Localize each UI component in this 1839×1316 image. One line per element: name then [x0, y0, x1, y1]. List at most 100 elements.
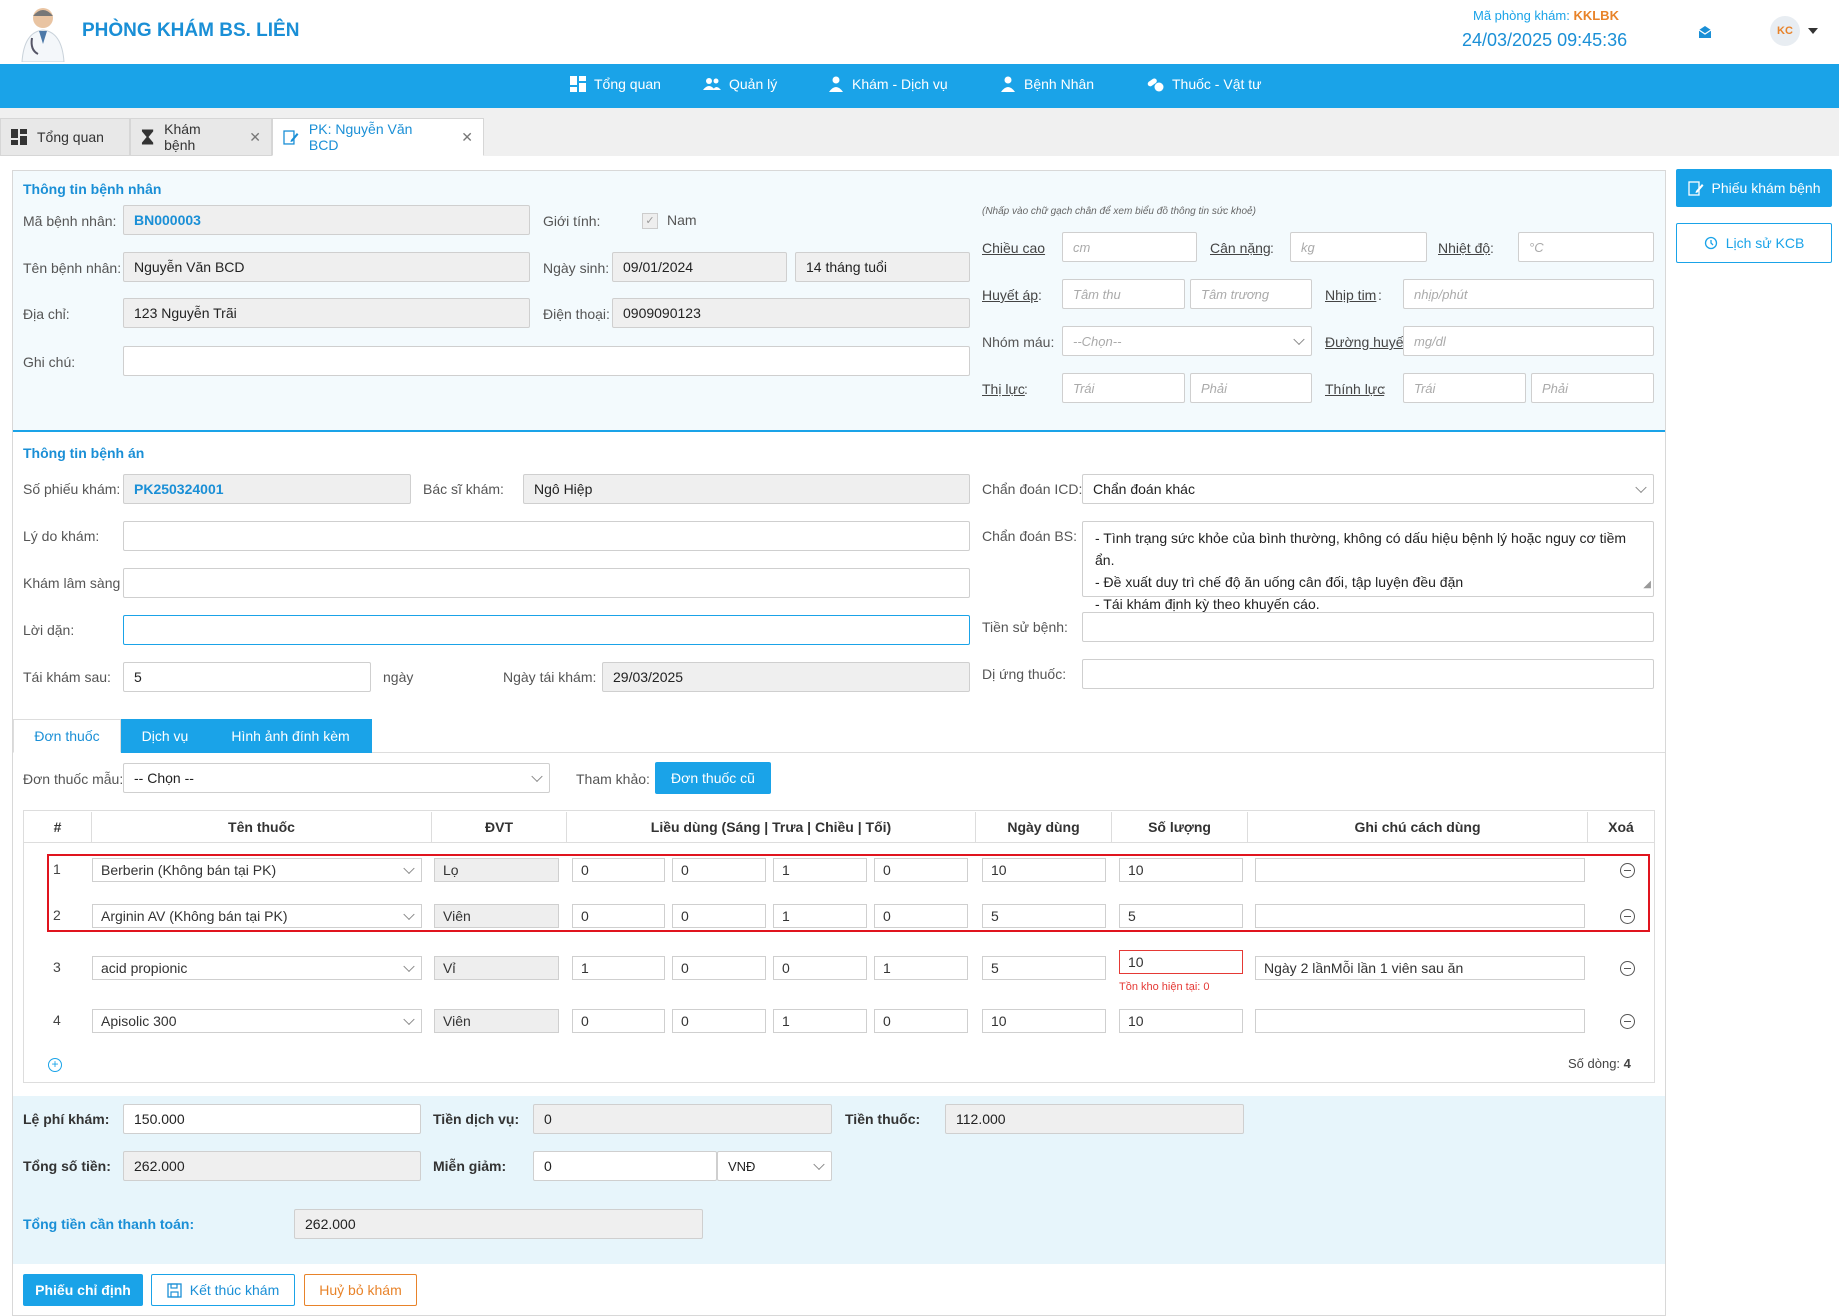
row-count-label: Số dòng: — [1568, 1056, 1621, 1071]
row-number: 4 — [53, 1012, 61, 1028]
col-quantity: Số lượng — [1112, 812, 1248, 842]
phone-field: 0909090123 — [612, 298, 970, 328]
days-input[interactable]: 5 — [982, 956, 1106, 980]
vitals-hint: (Nhấp vào chữ gạch chân để xem biểu đồ t… — [982, 206, 1256, 217]
vision-left-input[interactable]: Trái — [1062, 373, 1185, 403]
add-row-icon[interactable]: + — [48, 1058, 62, 1072]
history-label: Tiền sử bệnh: — [982, 619, 1068, 635]
gender-checkbox[interactable]: ✓ — [642, 213, 658, 229]
glucose-label[interactable]: Đường huyết — [1325, 334, 1407, 350]
user-menu-caret-icon[interactable] — [1808, 28, 1818, 34]
old-prescription-button[interactable]: Đơn thuốc cũ — [655, 762, 771, 794]
blood-type-select[interactable]: --Chọn-- — [1062, 326, 1312, 356]
tab-overview[interactable]: Tổng quan — [0, 118, 130, 156]
remove-row-icon[interactable] — [1620, 961, 1635, 976]
temperature-label[interactable]: Nhiệt độ — [1438, 240, 1490, 256]
pills-icon — [1147, 78, 1164, 92]
dose-noon[interactable]: 0 — [672, 1009, 766, 1033]
users-icon — [703, 78, 721, 90]
temperature-input[interactable]: °C — [1518, 232, 1654, 262]
nav-exam-service[interactable]: Khám - Dịch vụ — [828, 76, 948, 92]
remove-row-icon[interactable] — [1620, 1014, 1635, 1029]
chevron-down-icon — [1293, 333, 1305, 346]
nav-patients-label: Bệnh Nhân — [1024, 76, 1095, 92]
dose-evening[interactable]: 1 — [874, 956, 968, 980]
fee-label: Lệ phí khám: — [23, 1111, 110, 1127]
tab-patient-exam[interactable]: PK: Nguyễn Văn BCD ✕ — [272, 118, 484, 156]
colon: : — [1040, 240, 1044, 256]
notification-icon[interactable] — [1697, 24, 1713, 43]
revisit-input[interactable]: 5 — [123, 662, 371, 692]
app-header: PHÒNG KHÁM BS. LIÊN Mã phòng khám: KKLBK… — [0, 0, 1839, 64]
bp-diastolic-input[interactable]: Tâm trương — [1190, 279, 1312, 309]
heart-rate-label[interactable]: Nhịp tim — [1325, 287, 1376, 303]
usage-note-input[interactable] — [1255, 1009, 1585, 1033]
fee-input[interactable]: 150.000 — [123, 1104, 421, 1134]
history-input[interactable] — [1082, 612, 1654, 642]
dose-evening[interactable]: 0 — [874, 1009, 968, 1033]
days-input[interactable]: 10 — [982, 1009, 1106, 1033]
reason-input[interactable] — [123, 521, 970, 551]
row-number: 3 — [53, 959, 61, 975]
nav-medicine[interactable]: Thuốc - Vật tư — [1146, 76, 1262, 92]
glucose-input[interactable]: mg/dl — [1403, 326, 1654, 356]
tab-services[interactable]: Dịch vụ — [121, 719, 209, 753]
exam-form-button[interactable]: Phiếu khám bệnh — [1676, 169, 1832, 207]
close-icon[interactable]: ✕ — [249, 129, 261, 146]
height-input[interactable]: cm — [1062, 232, 1197, 262]
tab-prescription[interactable]: Đơn thuốc — [13, 719, 121, 753]
nav-manage[interactable]: Quản lý — [703, 76, 777, 92]
allergy-input[interactable] — [1082, 659, 1654, 689]
chevron-down-icon — [531, 770, 543, 783]
user-avatar[interactable]: KC — [1770, 16, 1800, 46]
vision-right-input[interactable]: Phải — [1190, 373, 1312, 403]
col-drug-name: Tên thuốc — [92, 812, 432, 842]
service-fee-field: 0 — [533, 1104, 832, 1134]
tab-attachments[interactable]: Hình ảnh đính kèm — [209, 719, 372, 753]
height-label[interactable]: Chiều cao — [982, 240, 1045, 256]
hearing-left-input[interactable]: Trái — [1403, 373, 1526, 403]
nav-patients[interactable]: Bệnh Nhân — [1000, 76, 1094, 92]
vision-label[interactable]: Thị lực — [982, 381, 1025, 397]
nav-overview[interactable]: Tổng quan — [570, 76, 661, 92]
discount-input[interactable]: 0 — [533, 1151, 717, 1181]
blood-pressure-label[interactable]: Huyết áp — [982, 287, 1038, 303]
resize-handle-icon[interactable]: ◢ — [1643, 574, 1651, 596]
template-select[interactable]: -- Chọn -- — [123, 763, 550, 793]
col-unit: ĐVT — [432, 812, 567, 842]
finish-exam-button[interactable]: Kết thúc khám — [151, 1274, 295, 1306]
close-icon[interactable]: ✕ — [461, 129, 473, 146]
cancel-exam-button[interactable]: Huỷ bỏ khám — [304, 1274, 417, 1306]
usage-note-input[interactable]: Ngày 2 lầnMỗi lần 1 viên sau ăn — [1255, 956, 1585, 980]
advice-input[interactable] — [123, 615, 970, 645]
quantity-input[interactable]: 10 — [1119, 1009, 1243, 1033]
dose-afternoon[interactable]: 0 — [773, 956, 867, 980]
heart-rate-input[interactable]: nhịp/phút — [1403, 279, 1654, 309]
advice-label: Lời dặn: — [23, 622, 75, 638]
note-input[interactable] — [123, 346, 970, 376]
hearing-right-input[interactable]: Phải — [1531, 373, 1654, 403]
template-value: -- Chọn -- — [134, 770, 194, 786]
hearing-label[interactable]: Thính lực — [1325, 381, 1384, 397]
weight-label[interactable]: Cân nặng — [1210, 240, 1271, 256]
bp-systolic-input[interactable]: Tâm thu — [1062, 279, 1185, 309]
order-button[interactable]: Phiếu chỉ định — [23, 1274, 143, 1306]
weight-input[interactable]: kg — [1290, 232, 1427, 262]
clinical-input[interactable] — [123, 568, 970, 598]
colon: : — [1270, 240, 1274, 256]
history-button[interactable]: Lịch sử KCB — [1676, 223, 1832, 263]
drug-select[interactable]: acid propionic — [92, 956, 422, 980]
dose-morning[interactable]: 0 — [572, 1009, 665, 1033]
diagnosis-textarea[interactable]: - Tình trạng sức khỏe của bình thường, k… — [1082, 521, 1654, 612]
colon: : — [1038, 287, 1042, 303]
quantity-input[interactable]: 10 — [1119, 950, 1243, 974]
dose-afternoon[interactable]: 1 — [773, 1009, 867, 1033]
revisit-date-field: 29/03/2025 — [602, 662, 970, 692]
dose-morning[interactable]: 1 — [572, 956, 665, 980]
currency-select[interactable]: VNĐ — [717, 1151, 832, 1181]
dose-noon[interactable]: 0 — [672, 956, 766, 980]
drug-select[interactable]: Apisolic 300 — [92, 1009, 422, 1033]
tab-exam[interactable]: Khám bệnh ✕ — [130, 118, 272, 156]
dob-field: 09/01/2024 — [612, 252, 787, 282]
icd-select[interactable]: Chẩn đoán khác — [1082, 474, 1654, 504]
